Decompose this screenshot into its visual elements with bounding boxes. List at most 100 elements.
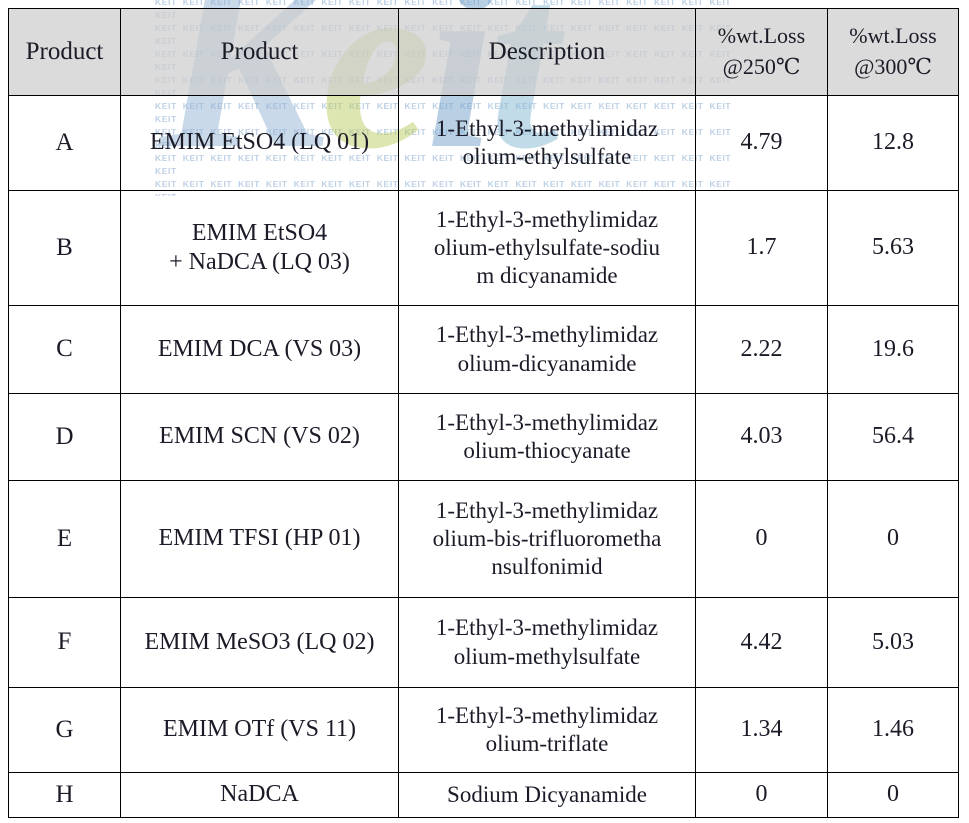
loss-250-value: 1.7 [746, 234, 777, 261]
product-name-text: NaDCA [220, 781, 299, 808]
loss-250-value: 4.42 [740, 628, 783, 655]
description-text: olium-ethylsulfate-sodiu [433, 234, 661, 260]
cell-loss-300: 56.4 [827, 393, 959, 481]
cell-loss-250: 4.79 [695, 95, 828, 191]
cell-loss-250: 0 [695, 772, 828, 818]
loss-300-value: 5.63 [872, 234, 914, 261]
loss-250-value: 4.79 [740, 129, 783, 156]
cell-loss-300: 0 [827, 772, 959, 818]
cell-product-code: H [8, 772, 121, 818]
cell-product-code: C [8, 305, 121, 394]
product-code-text: H [55, 780, 74, 808]
table-row: E EMIM TFSI (HP 01) 1-Ethyl-3-methylimidaz… [8, 480, 959, 598]
cell-product-code: E [8, 480, 121, 598]
product-code-text: A [55, 128, 74, 156]
description-text: nsulfonimid [491, 554, 603, 580]
cell-product-name: NaDCA [120, 772, 399, 818]
description-text: olium-triflate [485, 731, 609, 756]
description-text: 1-Ethyl-3-methylimidaz [435, 497, 659, 523]
cell-product-name: EMIM SCN (VS 02) [120, 393, 399, 481]
header-product-code: Product [8, 8, 121, 96]
description-text: m dicyanamide [476, 263, 618, 289]
cell-description: 1-Ethyl-3-methylimidaz olium-ethylsulfate… [398, 190, 696, 306]
cell-loss-300: 1.46 [827, 687, 959, 773]
cell-loss-250: 2.22 [695, 305, 828, 394]
description-text: olium-thiocyanate [463, 438, 631, 463]
product-name-text: EMIM DCA (VS 03) [157, 335, 362, 362]
table-row: A EMIM EtSO4 (LQ 01) 1-Ethyl-3-methylimida… [8, 95, 959, 191]
cell-product-name: EMIM MeSO3 (LQ 02) [120, 597, 399, 688]
cell-loss-300: 12.8 [827, 95, 959, 191]
cell-loss-250: 4.42 [695, 597, 828, 688]
loss-250-value: 1.34 [740, 716, 783, 743]
loss-250-value: 0 [755, 525, 768, 552]
cell-description: 1-Ethyl-3-methylimidaz olium-thiocyanate [398, 393, 696, 481]
cell-product-code: D [8, 393, 121, 481]
description-text: Sodium Dicyanamide [447, 781, 647, 807]
header-loss-300: %wt.Loss @300℃ [827, 8, 959, 96]
cell-description: Sodium Dicyanamide [398, 772, 696, 818]
product-name-text: EMIM MeSO3 (LQ 02) [144, 628, 375, 655]
cell-description: 1-Ethyl-3-methylimidaz olium-dicyanamide [398, 305, 696, 394]
description-text: 1-Ethyl-3-methylimidaz [435, 409, 659, 435]
cell-product-code: B [8, 190, 121, 306]
product-code-text: E [56, 524, 73, 552]
cell-loss-250: 1.34 [695, 687, 828, 773]
description-text: 1-Ethyl-3-methylimidaz [435, 115, 659, 141]
loss-250-value: 4.03 [740, 423, 783, 450]
cell-loss-250: 1.7 [695, 190, 828, 306]
description-text: olium-methylsulfate [453, 643, 641, 669]
table-row: D EMIM SCN (VS 02) 1-Ethyl-3-methylimidaz o… [8, 393, 959, 481]
description-text: 1-Ethyl-3-methylimidaz [435, 206, 659, 232]
loss-300-value: 12.8 [872, 129, 914, 156]
table-row: H NaDCA Sodium Dicyanamide 0 0 [8, 772, 959, 818]
cell-product-code: F [8, 597, 121, 688]
cell-product-code: A [8, 95, 121, 191]
product-properties-table: Product Product Description %wt.Loss @25… [8, 8, 959, 818]
description-text: olium-ethylsulfate [462, 144, 632, 169]
description-text: 1-Ethyl-3-methylimidaz [435, 322, 659, 348]
product-name-text: + NaDCA (LQ 03) [169, 249, 350, 275]
product-name-text: EMIM TFSI (HP 01) [158, 525, 361, 552]
loss-300-value: 5.03 [872, 628, 914, 655]
cell-product-name: EMIM EtSO4 (LQ 01) [120, 95, 399, 191]
cell-description: 1-Ethyl-3-methylimidaz olium-ethylsulfate [398, 95, 696, 191]
cell-description: 1-Ethyl-3-methylimidaz olium-bis-trifluor… [398, 480, 696, 598]
product-name-text: EMIM SCN (VS 02) [159, 423, 360, 450]
table-row: B EMIM EtSO4 + NaDCA (LQ 03) 1-Ethyl-3-meth… [8, 190, 959, 306]
cell-description: 1-Ethyl-3-methylimidaz olium-triflate [398, 687, 696, 773]
description-text: 1-Ethyl-3-methylimidaz [435, 702, 659, 728]
cell-description: 1-Ethyl-3-methylimidaz olium-methylsulfat… [398, 597, 696, 688]
cell-product-name: EMIM OTf (VS 11) [120, 687, 399, 773]
header-loss-300-line2: @300℃ [854, 54, 932, 79]
cell-product-code: G [8, 687, 121, 773]
table-row: C EMIM DCA (VS 03) 1-Ethyl-3-methylimidaz o… [8, 305, 959, 394]
cell-product-name: EMIM EtSO4 + NaDCA (LQ 03) [120, 190, 399, 306]
header-loss-250-line2: @250℃ [722, 54, 801, 79]
cell-loss-300: 19.6 [827, 305, 959, 394]
table-row: F EMIM MeSO3 (LQ 02) 1-Ethyl-3-methylimida… [8, 597, 959, 688]
header-product-name: Product [120, 8, 399, 96]
product-code-text: C [56, 335, 73, 363]
loss-300-value: 0 [887, 525, 899, 552]
table-header: Product Product Description %wt.Loss @25… [8, 8, 959, 96]
cell-loss-250: 4.03 [695, 393, 828, 481]
loss-250-value: 2.22 [740, 335, 783, 362]
product-code-text: B [56, 233, 73, 261]
product-name-text: EMIM EtSO4 (LQ 01) [149, 129, 370, 156]
cell-loss-300: 5.63 [827, 190, 959, 306]
product-code-text: D [55, 422, 74, 450]
table-body: A EMIM EtSO4 (LQ 01) 1-Ethyl-3-methylimida… [8, 95, 959, 818]
header-description: Description [398, 8, 696, 96]
cell-loss-300: 5.03 [827, 597, 959, 688]
product-code-text: F [57, 628, 72, 656]
description-text: olium-bis-trifluorometha [432, 525, 662, 551]
loss-300-value: 0 [887, 781, 899, 808]
description-text: olium-dicyanamide [457, 350, 637, 376]
description-text: 1-Ethyl-3-methylimidaz [435, 615, 659, 641]
cell-loss-300: 0 [827, 480, 959, 598]
header-loss-300-line1: %wt.Loss [849, 23, 937, 49]
header-loss-250-line1: %wt.Loss [717, 23, 806, 49]
table-row: G EMIM OTf (VS 11) 1-Ethyl-3-methylimidaz o… [8, 687, 959, 773]
product-name-text: EMIM OTf (VS 11) [162, 716, 357, 743]
